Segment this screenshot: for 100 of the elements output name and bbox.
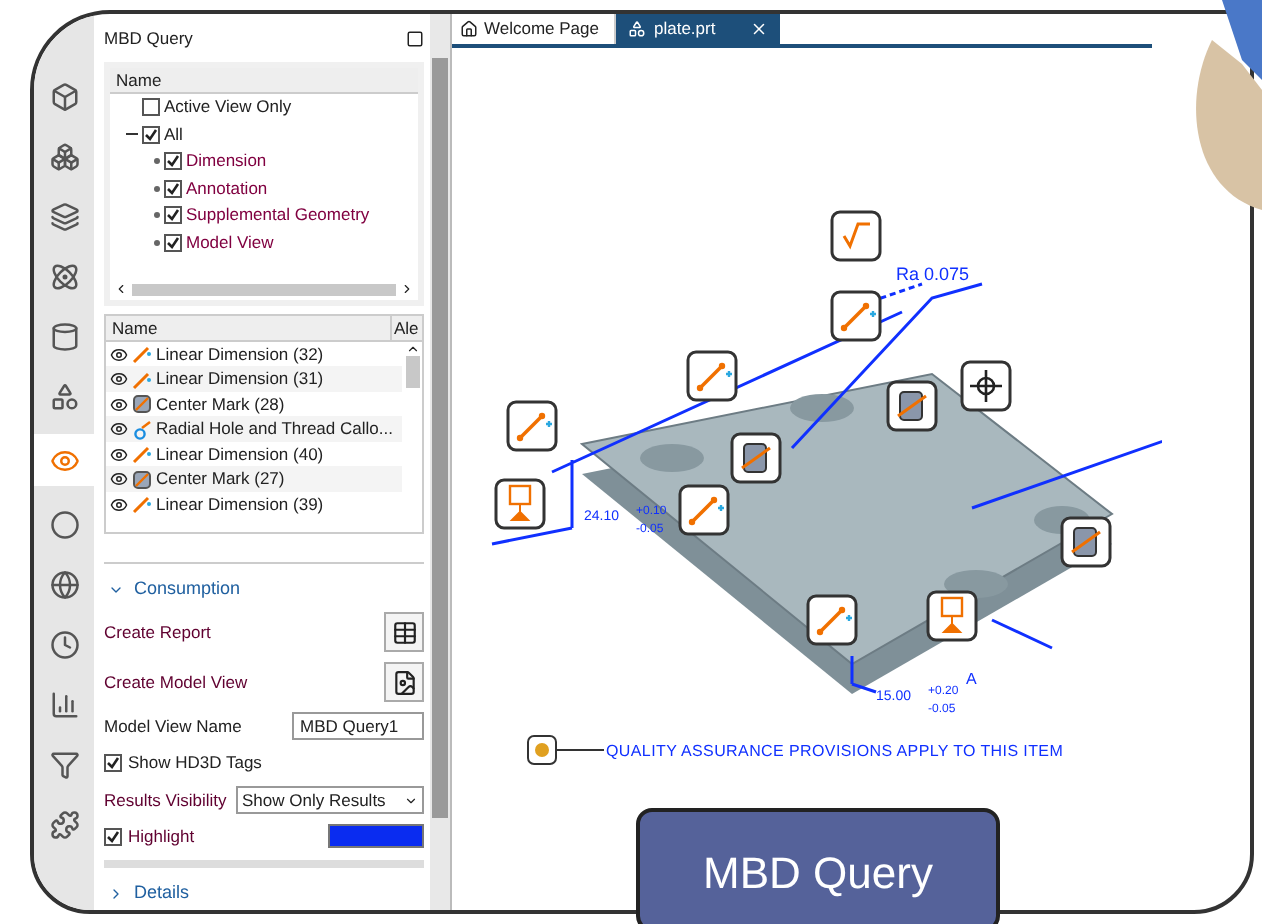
checkbox[interactable] — [142, 125, 160, 143]
tree-item[interactable]: All — [164, 121, 183, 147]
crosshair-callout-icon[interactable] — [960, 360, 1012, 412]
layers-icon — [49, 201, 79, 231]
create-model-view-label: Create Model View — [104, 669, 248, 696]
eye-icon[interactable] — [110, 470, 128, 488]
tree-item[interactable]: Model View — [186, 229, 274, 255]
checkbox[interactable] — [104, 754, 122, 773]
puzzle-icon — [49, 809, 79, 839]
section-header[interactable]: Details — [104, 879, 190, 907]
collapse-icon[interactable] — [126, 128, 138, 140]
hole-callout-icon — [132, 419, 152, 439]
tree-item[interactable]: Supplemental Geometry — [186, 202, 370, 228]
create-report-label: Create Report — [104, 619, 211, 646]
close-icon[interactable] — [750, 20, 768, 38]
scrollbar-thumb[interactable] — [405, 355, 419, 388]
shapes-icon — [628, 20, 646, 38]
center-mark-icon — [132, 394, 152, 414]
checkbox[interactable] — [164, 206, 182, 224]
color-swatch[interactable] — [328, 824, 424, 849]
tree-item[interactable]: Active View Only — [164, 94, 292, 120]
checkbox-label: Show HD3D Tags — [128, 750, 262, 776]
scroll-up-icon[interactable] — [405, 341, 419, 356]
checkbox[interactable] — [164, 233, 182, 251]
result-row[interactable]: Center Mark (27) — [106, 466, 402, 492]
dimension-callout-icon[interactable] — [506, 400, 558, 452]
clock-icon — [49, 629, 79, 659]
eye-icon[interactable] — [110, 370, 128, 388]
eye-icon[interactable] — [110, 445, 128, 463]
result-row[interactable]: Linear Dimension (32) — [106, 341, 402, 367]
dimension-callout-icon[interactable] — [806, 594, 858, 646]
tree-item[interactable]: Annotation — [186, 175, 268, 201]
caret-icon — [404, 793, 418, 807]
column-header: Ale — [390, 315, 422, 340]
plate-hole — [790, 394, 854, 422]
surface-finish-callout-icon[interactable] — [830, 210, 882, 262]
dimension-icon — [132, 444, 152, 464]
create-model-view-button[interactable] — [384, 662, 424, 703]
cube-icon — [49, 81, 79, 111]
note-callout-icon[interactable] — [527, 735, 557, 765]
tree-item[interactable]: Dimension — [186, 148, 267, 174]
quality-note: QUALITY ASSURANCE PROVISIONS APPLY TO THIS ITEM — [606, 742, 1064, 760]
datum-callout-icon[interactable] — [494, 478, 546, 530]
eye-icon[interactable] — [110, 495, 128, 513]
results-visibility-dropdown[interactable]: Show Only Results — [236, 786, 424, 814]
checkbox[interactable] — [164, 179, 182, 197]
caret-icon — [108, 885, 124, 901]
column-header: Name — [110, 67, 418, 94]
panel-title: MBD Query — [104, 26, 193, 52]
plate-hole — [944, 570, 1008, 598]
document-tab[interactable]: plate.prt — [616, 14, 780, 44]
hole-callout-icon[interactable] — [730, 432, 782, 484]
filter-icon — [49, 749, 79, 779]
chart-icon — [49, 689, 79, 719]
image-file-icon — [391, 669, 417, 696]
center-mark-icon — [132, 469, 152, 489]
plate-hole — [640, 444, 704, 472]
eye-icon — [49, 445, 79, 475]
dimension-icon — [132, 369, 152, 389]
result-row[interactable]: Radial Hole and Thread Callo... — [106, 416, 402, 442]
create-report-button[interactable] — [384, 612, 424, 653]
checkbox[interactable] — [164, 152, 182, 170]
field-label: Model View Name — [104, 713, 242, 740]
eye-icon[interactable] — [110, 420, 128, 438]
maximize-icon[interactable] — [406, 29, 424, 48]
caption-label: MBD Query — [636, 808, 1000, 924]
scroll-right-icon[interactable] — [400, 282, 414, 297]
eye-icon[interactable] — [110, 345, 128, 363]
scrollbar-thumb[interactable] — [132, 283, 396, 296]
checkbox[interactable] — [104, 827, 122, 846]
scrollbar-thumb[interactable] — [432, 58, 448, 818]
home-icon — [460, 20, 478, 38]
dimension-callout-icon[interactable] — [686, 350, 738, 402]
atom-icon — [49, 261, 79, 291]
hole-callout-icon[interactable] — [1060, 516, 1112, 568]
result-row[interactable]: Linear Dimension (40) — [106, 441, 402, 467]
section-header[interactable]: Consumption — [104, 575, 424, 603]
dimension-callout-icon[interactable] — [678, 484, 730, 536]
result-row[interactable]: Linear Dimension (31) — [106, 366, 402, 392]
column-header: Name — [110, 315, 160, 340]
datum-callout-icon[interactable] — [926, 590, 978, 642]
checkbox-label: Highlight — [128, 824, 195, 850]
table-icon — [391, 619, 417, 646]
model-view-name-field[interactable]: MBD Query1 — [292, 712, 424, 741]
eye-icon[interactable] — [110, 395, 128, 413]
cubes-icon — [49, 141, 79, 171]
hole-callout-icon[interactable] — [886, 380, 938, 432]
result-row[interactable]: Center Mark (28) — [106, 391, 402, 417]
dimension-icon — [132, 494, 152, 514]
result-row[interactable]: Linear Dimension (39) — [106, 491, 402, 517]
eye-tab[interactable] — [34, 434, 94, 486]
roughness-label: Ra 0.075 — [896, 264, 970, 284]
dimension-callout-icon[interactable] — [830, 290, 882, 342]
scroll-left-icon[interactable] — [114, 282, 128, 297]
globe-icon — [49, 569, 79, 599]
datum-label: A — [966, 670, 977, 688]
circle-icon — [49, 509, 79, 539]
cylinder-icon — [49, 321, 79, 351]
checkbox[interactable] — [142, 98, 160, 116]
field-label: Results Visibility — [104, 787, 227, 813]
